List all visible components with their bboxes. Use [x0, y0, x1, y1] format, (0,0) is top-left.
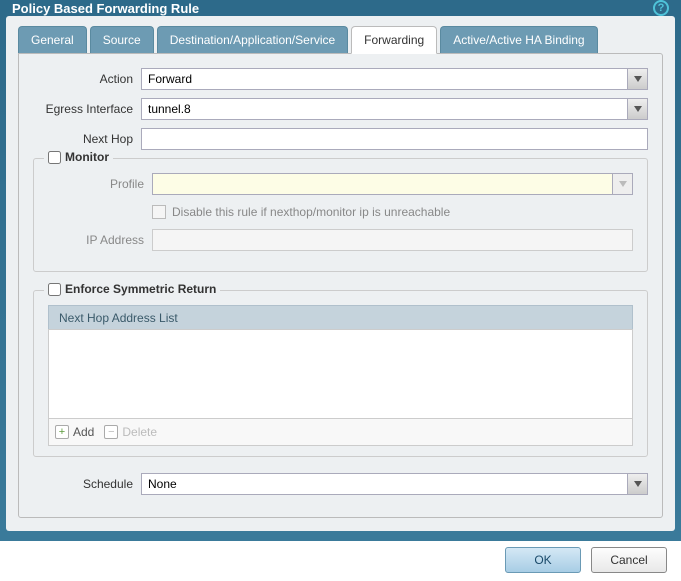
tab-general[interactable]: General [18, 26, 87, 54]
nexthop-list-body[interactable] [48, 329, 633, 419]
ok-button[interactable]: OK [505, 547, 581, 573]
schedule-label: Schedule [33, 477, 133, 491]
action-value: Forward [148, 72, 192, 86]
chevron-down-icon[interactable] [627, 69, 647, 89]
action-select[interactable]: Forward [141, 68, 648, 90]
monitor-fieldset: Monitor Profile Disable this rule if nex… [33, 158, 648, 272]
monitor-legend: Monitor [65, 150, 109, 164]
profile-select[interactable] [152, 173, 633, 195]
list-toolbar: + Add − Delete [48, 419, 633, 446]
forwarding-pane: Action Forward Egress Interface tunnel.8… [18, 53, 663, 518]
tab-source[interactable]: Source [90, 26, 154, 54]
help-icon[interactable]: ? [653, 0, 669, 16]
egress-value: tunnel.8 [148, 102, 191, 116]
dialog-title: Policy Based Forwarding Rule [12, 1, 199, 16]
tab-forwarding[interactable]: Forwarding [351, 26, 437, 54]
chevron-down-icon[interactable] [627, 474, 647, 494]
nexthop-input[interactable] [141, 128, 648, 150]
tab-destination[interactable]: Destination/Application/Service [157, 26, 348, 54]
tab-bar: General Source Destination/Application/S… [18, 26, 663, 54]
minus-icon: − [104, 425, 118, 439]
nexthop-list-header: Next Hop Address List [48, 305, 633, 329]
nexthop-label: Next Hop [33, 132, 133, 146]
action-label: Action [33, 72, 133, 86]
egress-label: Egress Interface [33, 102, 133, 116]
symmetric-return-fieldset: Enforce Symmetric Return Next Hop Addres… [33, 290, 648, 457]
symmetric-return-checkbox[interactable] [48, 283, 61, 296]
chevron-down-icon[interactable] [627, 99, 647, 119]
schedule-select[interactable]: None [141, 473, 648, 495]
profile-label: Profile [48, 177, 144, 191]
ip-input[interactable] [152, 229, 633, 251]
tab-ha-binding[interactable]: Active/Active HA Binding [440, 26, 597, 54]
cancel-button[interactable]: Cancel [591, 547, 667, 573]
add-button[interactable]: + Add [55, 425, 94, 439]
symmetric-return-legend: Enforce Symmetric Return [65, 282, 216, 296]
plus-icon: + [55, 425, 69, 439]
delete-label: Delete [122, 425, 157, 439]
delete-button[interactable]: − Delete [104, 425, 157, 439]
schedule-value: None [148, 477, 177, 491]
monitor-checkbox[interactable] [48, 151, 61, 164]
chevron-down-icon [612, 174, 632, 194]
disable-rule-checkbox[interactable] [152, 205, 166, 219]
disable-rule-label: Disable this rule if nexthop/monitor ip … [172, 205, 450, 219]
egress-select[interactable]: tunnel.8 [141, 98, 648, 120]
ip-label: IP Address [48, 233, 144, 247]
add-label: Add [73, 425, 94, 439]
